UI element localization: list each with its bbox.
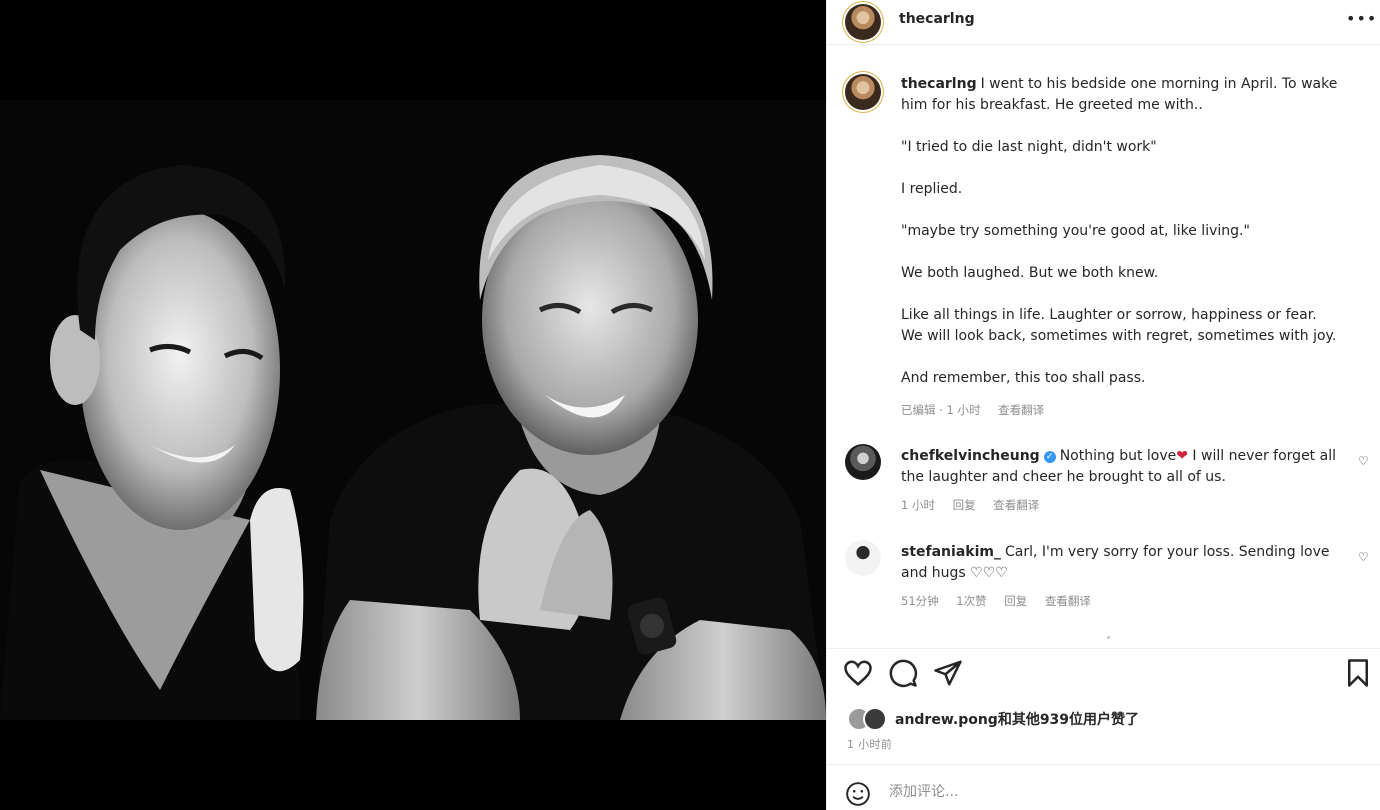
comment-divider [827,764,1380,765]
caption-line-3: "maybe try something you're good at, lik… [901,223,1250,239]
photo-illustration [0,0,826,810]
post-caption: thecarlng I went to his bedside one morni… [901,74,1341,389]
comment-2-reply-link[interactable]: 回复 [1004,594,1027,608]
white-hearts-emoji-icon: ♡♡♡ [970,565,1008,581]
emoji-smile-icon[interactable] [845,781,871,807]
caption-line-4: We both laughed. But we both knew. [901,265,1159,281]
comment-2-likes[interactable]: 1次赞 [956,594,986,608]
instagram-post: thecarlng ••• thecarlng I went to his bed… [0,0,1380,810]
verified-badge-icon: ✓ [1043,451,1056,463]
likes-text[interactable]: andrew.pong和其他939位用户赞了 [895,709,1139,729]
comment-2-time: 51分钟 [901,594,939,608]
likes-row[interactable]: andrew.pong和其他939位用户赞了 [847,707,1139,731]
add-comment-row [827,772,1380,810]
author-username[interactable]: thecarlng [899,11,975,27]
comment-1-time: 1 小时 [901,498,935,512]
comment-2-like-heart-icon[interactable]: ♡ [1358,550,1369,564]
caption-line-6: And remember, this too shall pass. [901,370,1146,386]
comment-2-meta: 51分钟 1次赞 回复 查看翻译 [901,593,1105,609]
comment-avatar-stefaniakim[interactable] [845,540,881,576]
header-divider [827,44,1380,45]
share-icon[interactable] [933,658,963,688]
comment-2-username[interactable]: stefaniakim_ [901,544,1001,560]
heart-icon[interactable] [843,658,873,688]
comment-2: stefaniakim_ Carl, I'm very sorry for you… [901,542,1351,584]
caption-avatar[interactable] [845,74,881,110]
caption-meta: 已编辑 · 1 小时 查看翻译 [901,402,1058,418]
author-avatar[interactable] [845,4,881,40]
red-heart-emoji-icon: ❤ [1176,448,1188,464]
action-bar [827,658,1380,694]
comment-avatar-chefkelvincheung[interactable] [845,444,881,480]
add-comment-input[interactable] [889,784,1309,800]
comment-1-username[interactable]: chefkelvincheung [901,448,1040,464]
caption-line-5: Like all things in life. Laughter or sor… [901,307,1337,344]
comment-2-translate-link[interactable]: 查看翻译 [1045,594,1091,608]
comment-1-reply-link[interactable]: 回复 [953,498,976,512]
actions-divider [827,648,1380,649]
caption-translate-link[interactable]: 查看翻译 [998,403,1044,417]
comment-1-meta: 1 小时 回复 查看翻译 [901,497,1053,513]
more-horizontal-icon[interactable]: ••• [1346,9,1377,28]
comment-1-like-heart-icon[interactable]: ♡ [1358,454,1369,468]
liker-avatar-2 [863,707,887,731]
post-photo[interactable] [0,0,826,810]
caption-username[interactable]: thecarlng [901,76,977,92]
comment-1-text-before: Nothing but love [1059,448,1177,464]
caption-line-2: I replied. [901,181,963,197]
comment-1-translate-link[interactable]: 查看翻译 [993,498,1039,512]
caption-edited: 已编辑 · 1 小时 [901,403,981,417]
post-sidebar: thecarlng ••• thecarlng I went to his bed… [826,0,1380,810]
loading-dot [1107,636,1110,639]
bookmark-icon[interactable] [1343,658,1373,688]
post-timestamp: 1 小时前 [847,738,892,751]
caption-line-1: "I tried to die last night, didn't work" [901,139,1157,155]
comment-icon[interactable] [888,658,918,688]
comment-1: chefkelvincheung ✓ Nothing but love❤ I wil… [901,446,1351,488]
